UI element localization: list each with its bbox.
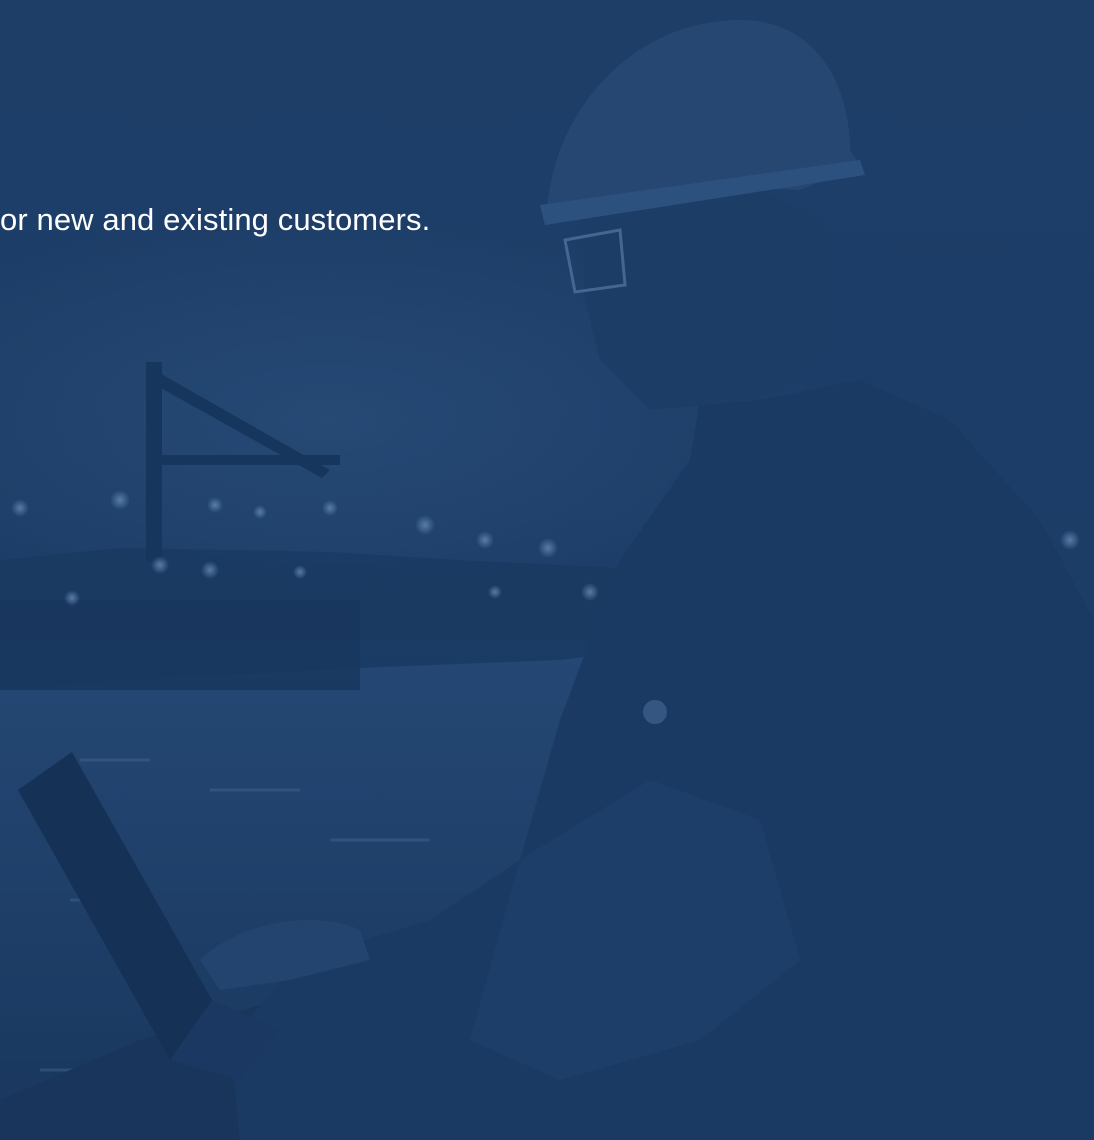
- hero-section: or new and existing customers.: [0, 0, 1094, 1140]
- hero-text: or new and existing customers.: [0, 202, 431, 237]
- hero-background-photo: [0, 20, 1094, 1140]
